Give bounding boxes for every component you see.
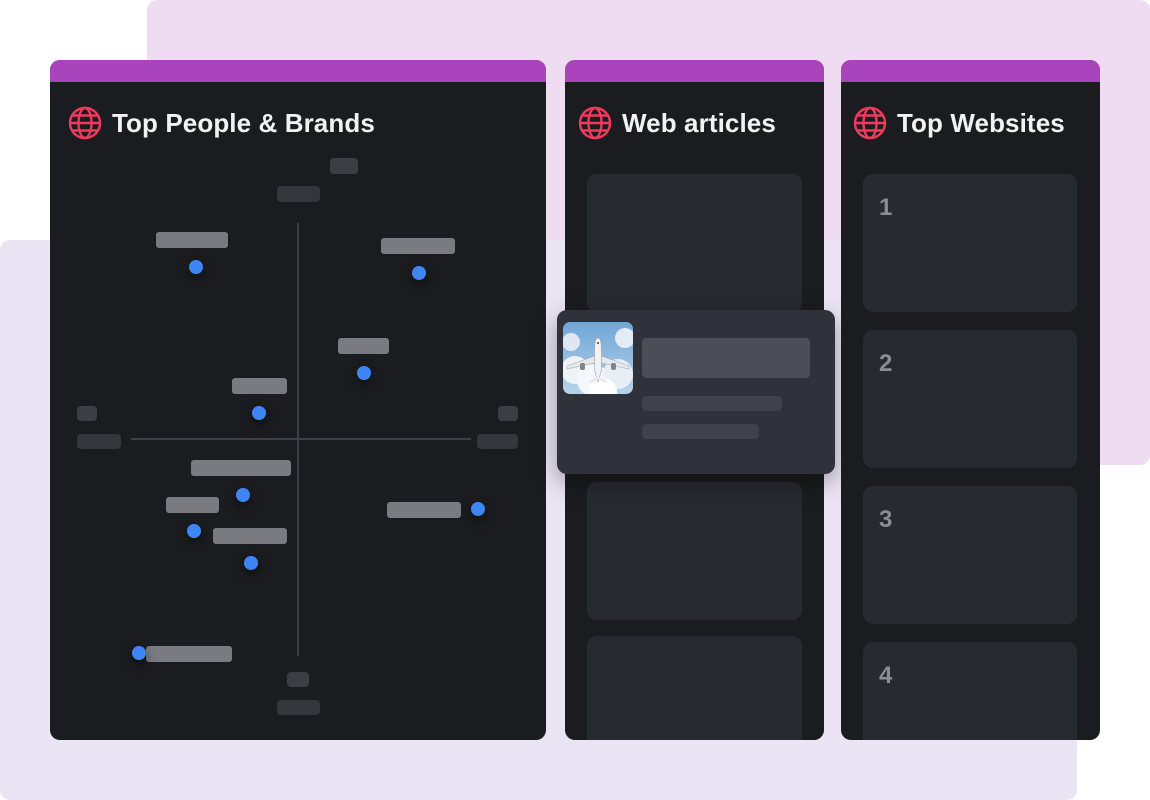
axis-label-bottom [277, 700, 320, 715]
horizontal-axis [131, 438, 471, 440]
article-title-placeholder [642, 338, 810, 378]
chart-point[interactable] [236, 488, 250, 502]
chart-point[interactable] [412, 266, 426, 280]
rank-number: 2 [879, 350, 893, 377]
chart-point-label [191, 460, 291, 476]
panel-header: Web articles [578, 106, 776, 140]
article-meta-placeholder [642, 396, 782, 411]
chart-point[interactable] [471, 502, 485, 516]
axis-label-left [77, 434, 121, 449]
article-card[interactable] [587, 482, 802, 620]
chart-point[interactable] [132, 646, 146, 660]
chart-point[interactable] [357, 366, 371, 380]
chart-point-label [381, 238, 455, 254]
globe-icon [578, 106, 612, 140]
website-rank-card[interactable]: 2 [863, 330, 1077, 468]
chart-point[interactable] [252, 406, 266, 420]
panel-header: Top Websites [853, 106, 1065, 140]
chart-point[interactable] [189, 260, 203, 274]
rank-number: 4 [879, 662, 893, 689]
axis-label-right [477, 434, 518, 449]
chart-point-label [387, 502, 461, 518]
panel-title: Top Websites [897, 107, 1065, 138]
article-card[interactable] [587, 636, 802, 740]
panel-accent-bar [50, 60, 546, 82]
panel-header: Top People & Brands [68, 106, 375, 140]
axis-label-bottom-small [287, 672, 309, 687]
panel-title: Top People & Brands [112, 107, 375, 138]
panel-accent-bar [565, 60, 824, 82]
chart-point-label [338, 338, 389, 354]
chart-point[interactable] [187, 524, 201, 538]
airplane-image [563, 322, 633, 394]
globe-icon [68, 106, 102, 140]
top-websites-panel: Top Websites 1 2 3 4 [841, 60, 1100, 740]
panel-title: Web articles [622, 107, 776, 138]
rank-number: 1 [879, 194, 893, 221]
website-rank-card[interactable]: 4 [863, 642, 1077, 740]
chart-point-label [156, 232, 228, 248]
panel-accent-bar [841, 60, 1100, 82]
website-rank-card[interactable]: 1 [863, 174, 1077, 312]
chart-point-label [213, 528, 287, 544]
article-meta-placeholder [642, 424, 759, 439]
axis-label-top [277, 186, 320, 202]
axis-label-right-small [498, 406, 518, 421]
website-rank-card[interactable]: 3 [863, 486, 1077, 624]
chart-point-label [166, 497, 219, 513]
chart-point-label [146, 646, 232, 662]
globe-icon [853, 106, 887, 140]
chart-point[interactable] [244, 556, 258, 570]
people-brands-panel: Top People & Brands [50, 60, 546, 740]
axis-label-top-small [330, 158, 358, 174]
rank-number: 3 [879, 506, 893, 533]
chart-point-label [232, 378, 287, 394]
article-card[interactable] [587, 174, 802, 312]
axis-label-left-small [77, 406, 97, 421]
featured-article-card[interactable] [557, 310, 835, 474]
